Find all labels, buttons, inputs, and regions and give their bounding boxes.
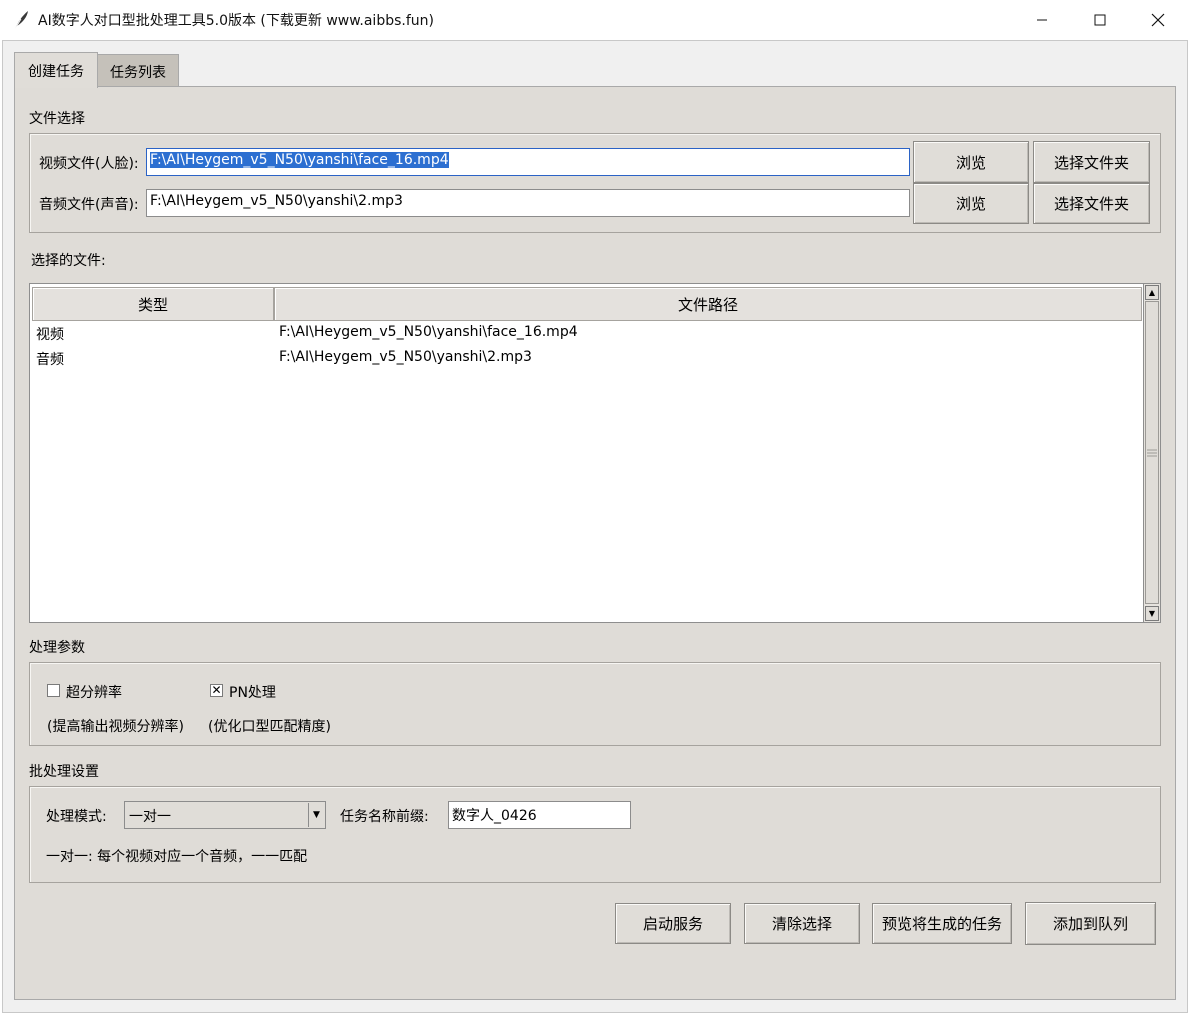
title-bar: AI数字人对口型批处理工具5.0版本 (下载更新 www.aibbs.fun): [0, 0, 1190, 40]
video-file-label: 视频文件(人脸):: [39, 156, 139, 172]
task-prefix-value: 数字人_0426: [452, 808, 537, 824]
window-title: AI数字人对口型批处理工具5.0版本 (下载更新 www.aibbs.fun): [38, 13, 434, 29]
row-type: 视频: [36, 327, 64, 343]
selected-files-table[interactable]: 类型 文件路径 视频 F:\AI\Heygem_v5_N50\yanshi\fa…: [29, 283, 1161, 623]
minimize-button[interactable]: [1013, 0, 1071, 40]
super-resolution-label[interactable]: 超分辨率: [66, 682, 122, 702]
dropdown-arrow-button[interactable]: ▼: [308, 803, 324, 827]
task-prefix-input[interactable]: 数字人_0426: [448, 801, 631, 829]
pn-hint: (优化口型匹配精度): [208, 719, 331, 735]
audio-file-label: 音频文件(声音):: [39, 197, 139, 213]
check-icon: ✕: [211, 683, 222, 697]
video-choose-folder-button[interactable]: 选择文件夹: [1033, 141, 1150, 183]
video-file-input[interactable]: F:\AI\Heygem_v5_N50\yanshi\face_16.mp4: [146, 148, 910, 176]
scroll-up-button[interactable]: ▲: [1145, 285, 1159, 300]
video-file-value: F:\AI\Heygem_v5_N50\yanshi\face_16.mp4: [150, 152, 449, 168]
arrow-down-icon: ▼: [1148, 609, 1156, 618]
selected-files-label: 选择的文件:: [31, 253, 106, 269]
row-path: F:\AI\Heygem_v5_N50\yanshi\face_16.mp4: [279, 324, 578, 340]
audio-browse-button[interactable]: 浏览: [913, 183, 1029, 224]
params-label: 处理参数: [29, 640, 85, 656]
super-resolution-hint: (提高输出视频分辨率): [47, 719, 184, 735]
params-group: [29, 662, 1161, 746]
pn-label[interactable]: PN处理: [229, 682, 276, 702]
file-selection-label: 文件选择: [29, 111, 85, 127]
start-service-button[interactable]: 启动服务: [615, 903, 731, 944]
maximize-button[interactable]: [1071, 0, 1129, 40]
tab-task-list[interactable]: 任务列表: [97, 54, 179, 88]
scroll-down-button[interactable]: ▼: [1145, 606, 1159, 621]
chevron-down-icon: ▼: [313, 810, 320, 820]
grip-icon: [1147, 449, 1157, 457]
maximize-icon: [1094, 14, 1106, 26]
minimize-icon: [1037, 19, 1047, 21]
table-scrollbar[interactable]: ▲ ▼: [1143, 283, 1161, 623]
column-header-path[interactable]: 文件路径: [274, 287, 1142, 321]
preview-tasks-button[interactable]: 预览将生成的任务: [872, 903, 1012, 944]
mode-select-value: 一对一: [129, 809, 171, 825]
clear-selection-button[interactable]: 清除选择: [744, 903, 860, 944]
task-prefix-label: 任务名称前缀:: [340, 809, 429, 825]
row-type: 音频: [36, 352, 64, 368]
audio-choose-folder-button[interactable]: 选择文件夹: [1033, 183, 1150, 224]
column-header-type[interactable]: 类型: [32, 287, 274, 321]
audio-file-value: F:\AI\Heygem_v5_N50\yanshi\2.mp3: [150, 193, 403, 209]
mode-label: 处理模式:: [46, 809, 107, 825]
scrollbar-thumb[interactable]: [1145, 301, 1159, 604]
mode-description: 一对一: 每个视频对应一个音频，一一匹配: [46, 849, 308, 865]
pn-checkbox[interactable]: ✕: [210, 684, 223, 697]
close-button[interactable]: [1129, 0, 1187, 40]
video-browse-button[interactable]: 浏览: [913, 141, 1029, 183]
row-path: F:\AI\Heygem_v5_N50\yanshi\2.mp3: [279, 349, 532, 365]
tab-create-task[interactable]: 创建任务: [14, 52, 98, 88]
super-resolution-checkbox[interactable]: [47, 684, 60, 697]
feather-icon: [14, 11, 28, 30]
mode-select[interactable]: 一对一 ▼: [124, 801, 326, 829]
close-icon: [1151, 13, 1165, 27]
batch-settings-label: 批处理设置: [29, 764, 99, 780]
add-to-queue-button[interactable]: 添加到队列: [1025, 902, 1156, 945]
audio-file-input[interactable]: F:\AI\Heygem_v5_N50\yanshi\2.mp3: [146, 189, 910, 217]
arrow-up-icon: ▲: [1148, 288, 1156, 297]
